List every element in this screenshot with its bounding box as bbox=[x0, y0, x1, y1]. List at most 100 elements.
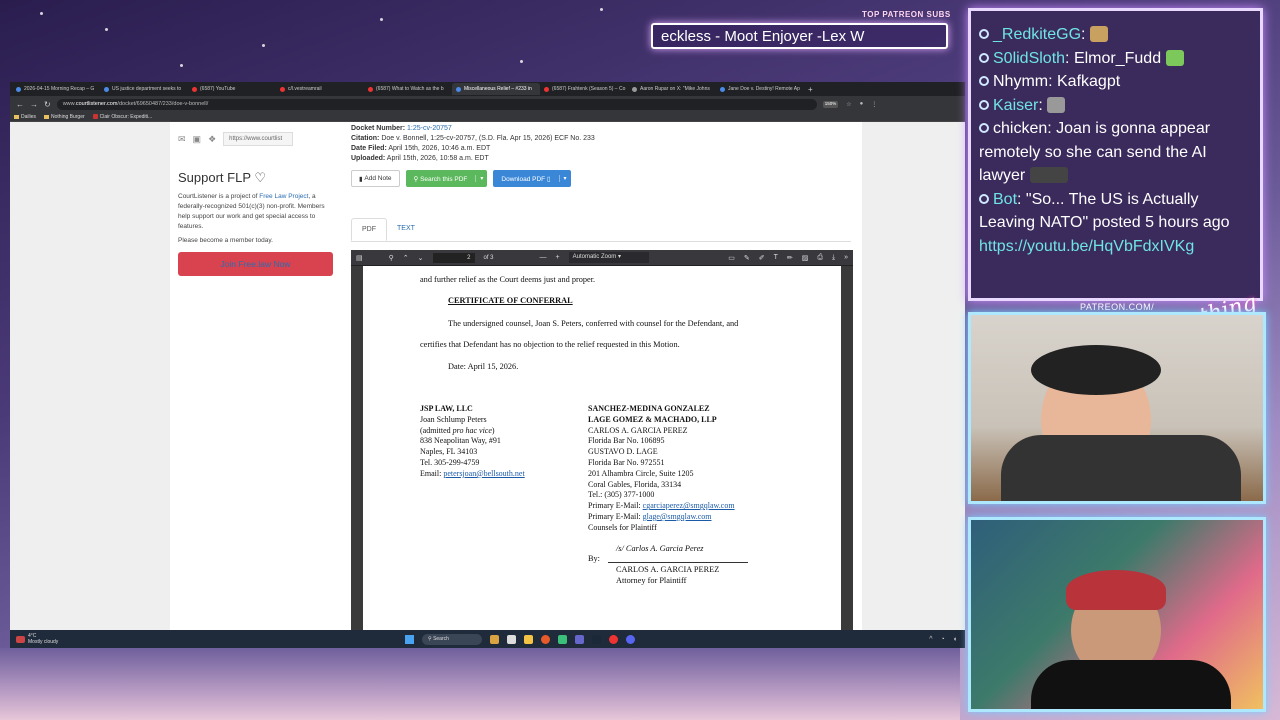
bookmark-clair-obscur[interactable]: Clair Obscur: Expediti... bbox=[92, 114, 152, 120]
youtube-icon bbox=[368, 86, 373, 92]
bookmark-nothing-burger[interactable]: Nothing Burger bbox=[44, 114, 85, 120]
zoom-out-icon[interactable]: — bbox=[540, 254, 547, 261]
folder-icon bbox=[44, 114, 50, 119]
right-counsel-block: SANCHEZ-MEDINA GONZALEZ LAGE GOMEZ & MAC… bbox=[588, 404, 735, 532]
pdf-page: and further relief as the Court deems ju… bbox=[363, 266, 841, 648]
top-subs-label: TOP PATREON SUBS bbox=[862, 10, 951, 19]
browser-tab[interactable]: (6587) What to Watch as the b bbox=[364, 83, 452, 95]
discord-icon[interactable] bbox=[626, 634, 635, 644]
email-link[interactable]: petersjoan@bellsouth.net bbox=[443, 469, 524, 478]
headphones-icon bbox=[1031, 345, 1161, 395]
doc-date: Date: April 15, 2026. bbox=[448, 362, 519, 371]
youtube-icon bbox=[280, 86, 285, 92]
star-icon[interactable]: ☆ bbox=[846, 101, 851, 108]
content-column: ✉ ▣ ❖ https://www.courtlist Support FLP … bbox=[170, 122, 862, 648]
url-input[interactable]: www.courtlistener.com/docket/69650487/23… bbox=[56, 98, 817, 110]
app-icon[interactable] bbox=[575, 634, 584, 644]
weather-icon bbox=[16, 635, 25, 643]
download-pdf-button[interactable]: Download PDF ▯ ▾ bbox=[493, 170, 571, 187]
previous-page-icon[interactable]: ⌃ bbox=[403, 254, 409, 262]
browser-tab[interactable]: (6587) YouTube bbox=[188, 83, 276, 95]
free-law-project-link[interactable]: Free Law Project bbox=[259, 193, 308, 200]
zoom-select[interactable]: Automatic Zoom ▾ bbox=[568, 252, 649, 263]
add-note-button[interactable]: ▮ Add Note bbox=[351, 170, 400, 187]
youtube-icon bbox=[544, 86, 549, 92]
email-icon[interactable]: ✉ bbox=[178, 134, 186, 145]
browser-tab[interactable]: c/l.vestreamrail bbox=[276, 83, 364, 95]
browser-tab[interactable]: Jane Doe v. Destiny! Remote Ap bbox=[716, 83, 804, 95]
app-icon[interactable] bbox=[558, 634, 567, 644]
network-icon[interactable]: ◔ bbox=[941, 636, 945, 643]
next-page-icon[interactable]: ⌄ bbox=[418, 254, 424, 262]
webcam-1 bbox=[968, 312, 1266, 504]
chevron-down-icon[interactable]: ▾ bbox=[475, 175, 487, 182]
extensions-icon[interactable]: ● bbox=[860, 101, 864, 108]
firefox-icon[interactable] bbox=[541, 634, 550, 644]
comment-icon[interactable]: ▭ bbox=[728, 254, 735, 262]
page-number-input[interactable]: 2 bbox=[432, 252, 475, 263]
more-tools-icon[interactable]: » bbox=[844, 254, 848, 261]
chat-link[interactable]: https://youtu.be/HqVbFdxIVKg bbox=[979, 235, 1254, 259]
signer-role: Attorney for Plaintiff bbox=[616, 576, 687, 585]
support-title: Support FLP ♡ bbox=[178, 170, 267, 185]
x-icon bbox=[632, 86, 637, 92]
forward-icon[interactable]: → bbox=[30, 100, 38, 109]
facebook-icon[interactable]: ▣ bbox=[193, 134, 202, 145]
background-sparkle bbox=[0, 648, 960, 720]
pdf-toolbar: ▤ ⚲ ⌃ ⌄ 2 of 3 — + Automatic Zoom ▾ ▭ ✎ … bbox=[351, 250, 853, 266]
sidebar-toggle-icon[interactable]: ▤ bbox=[356, 254, 363, 262]
bookmark-dailies[interactable]: Dailies bbox=[14, 114, 36, 120]
chevron-down-icon[interactable]: ▾ bbox=[558, 175, 571, 182]
back-icon[interactable]: ← bbox=[16, 100, 24, 109]
date-filed: April 15th, 2026, 10:46 a.m. EDT bbox=[388, 145, 491, 152]
steam-icon[interactable] bbox=[592, 634, 601, 644]
image-icon[interactable]: ▨ bbox=[802, 254, 809, 262]
find-icon[interactable]: ⚲ bbox=[389, 254, 394, 262]
draw-icon[interactable]: ✏ bbox=[787, 254, 793, 262]
bluesky-icon[interactable]: ❖ bbox=[208, 134, 216, 145]
support-cta-text: Please become a member today. bbox=[178, 237, 273, 244]
browser-tab[interactable]: 2026-04-15 Morning Recap – G bbox=[12, 83, 100, 95]
tab-pdf[interactable]: PDF bbox=[351, 218, 387, 241]
browser-tab[interactable]: US justice department seeks to bbox=[100, 83, 188, 95]
chat-message: Nhymm: Kafkagpt bbox=[979, 70, 1254, 94]
task-view-icon[interactable] bbox=[507, 634, 516, 644]
reload-icon[interactable]: ↻ bbox=[44, 100, 51, 109]
left-counsel-block: JSP LAW, LLC Joan Schlump Peters (admitt… bbox=[420, 404, 525, 478]
new-tab-icon[interactable]: + bbox=[808, 85, 813, 94]
widgets-icon[interactable] bbox=[490, 634, 499, 644]
tab-text[interactable]: TEXT bbox=[387, 218, 425, 241]
windows-start-icon[interactable] bbox=[405, 634, 414, 644]
docket-number-link[interactable]: 1:25-cv-20757 bbox=[407, 125, 452, 132]
weather-widget[interactable]: 4°C Mostly cloudy bbox=[10, 633, 58, 645]
menu-icon[interactable]: ⋮ bbox=[871, 101, 877, 108]
chrome-icon[interactable] bbox=[609, 634, 618, 644]
share-url-field[interactable]: https://www.courtlist bbox=[223, 132, 294, 146]
folder-icon bbox=[14, 114, 19, 119]
text-tool-icon[interactable]: T bbox=[774, 254, 778, 261]
youtube-icon bbox=[192, 86, 197, 92]
taskbar-search[interactable]: ⚲ Search bbox=[422, 633, 482, 645]
doc-line: and further relief as the Court deems ju… bbox=[420, 275, 596, 284]
email-link[interactable]: cgarciaperez@smgqlaw.com bbox=[643, 501, 735, 510]
tray-chevron-icon[interactable]: ^ bbox=[929, 636, 932, 643]
browser-tab[interactable]: Aaron Rupar on X: "Mike Johns bbox=[628, 83, 716, 95]
zoom-in-icon[interactable]: + bbox=[556, 254, 560, 261]
zoom-indicator[interactable]: 150% bbox=[822, 100, 839, 108]
browser-tab-active[interactable]: Miscellaneous Relief – #233 in bbox=[452, 83, 540, 95]
heart-icon: ♡ bbox=[254, 170, 267, 185]
volume-icon[interactable]: ◖ bbox=[953, 636, 957, 643]
subs-ticker: eckless - Moot Enjoyer -Lex W bbox=[651, 23, 948, 49]
save-icon[interactable]: ⤓ bbox=[832, 254, 835, 262]
doc-heading: CERTIFICATE OF CONFERRAL bbox=[448, 296, 573, 305]
print-icon[interactable]: ⎙ bbox=[817, 254, 823, 262]
highlight-icon[interactable]: ✐ bbox=[759, 254, 765, 262]
chat-message: _RedkiteGG: bbox=[979, 23, 1254, 47]
email-link[interactable]: glage@smgqlaw.com bbox=[643, 512, 712, 521]
file-explorer-icon[interactable] bbox=[524, 634, 533, 644]
edit-icon[interactable]: ✎ bbox=[744, 254, 750, 262]
search-pdf-button[interactable]: ⚲ Search this PDF ▾ bbox=[405, 170, 488, 187]
emote-icon bbox=[1047, 96, 1066, 113]
join-button[interactable]: Join Free.law Now bbox=[178, 252, 333, 276]
browser-tab[interactable]: (6587) Frahtenk (Season 5) – Co bbox=[540, 83, 628, 95]
